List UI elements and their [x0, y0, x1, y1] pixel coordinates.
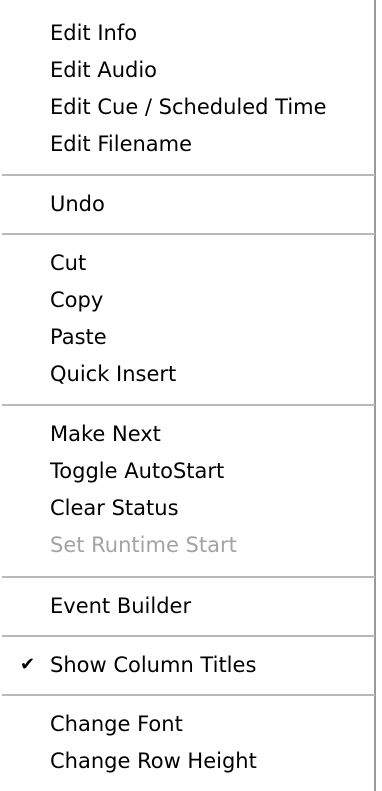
menu-item-label: Change Row Height [50, 749, 257, 773]
menu-item-label: Set Runtime Start [50, 533, 237, 557]
menu-item-label: Show Column Titles [50, 653, 257, 677]
menu-item-clear-status[interactable]: Clear Status [0, 491, 374, 525]
menu-item-label: Quick Insert [50, 362, 177, 386]
menu-item-edit-audio[interactable]: Edit Audio [0, 53, 374, 87]
menu-item-edit-cue-scheduled-time[interactable]: Edit Cue / Scheduled Time [0, 90, 374, 124]
menu-item-label: Undo [50, 192, 105, 216]
menu-item-event-builder[interactable]: Event Builder [0, 589, 374, 623]
menu-item-label: Cut [50, 251, 87, 275]
menu-item-label: Clear Status [50, 496, 179, 520]
menu-item-label: Event Builder [50, 594, 192, 618]
menu-item-label: Edit Info [50, 21, 138, 45]
menu-item-label: Edit Audio [50, 58, 158, 82]
menu-separator [2, 233, 375, 235]
menu-item-label: Make Next [50, 422, 161, 446]
menu-item-paste[interactable]: Paste [0, 320, 374, 354]
menu-item-make-next[interactable]: Make Next [0, 417, 374, 451]
menu-item-change-font[interactable]: Change Font [0, 707, 374, 741]
menu-item-toggle-autostart[interactable]: Toggle AutoStart [0, 454, 374, 488]
menu-item-set-runtime-start: Set Runtime Start [0, 528, 374, 562]
menu-separator [2, 694, 375, 696]
menu-separator [2, 404, 375, 406]
menu-item-undo[interactable]: Undo [0, 187, 374, 221]
menu-item-label: Toggle AutoStart [50, 459, 225, 483]
menu-item-edit-info[interactable]: Edit Info [0, 16, 374, 50]
menu-separator [2, 174, 375, 176]
menu-item-cut[interactable]: Cut [0, 246, 374, 280]
menu-item-copy[interactable]: Copy [0, 283, 374, 317]
menu-item-show-column-titles[interactable]: ✔ Show Column Titles [0, 648, 374, 682]
menu-item-label: Paste [50, 325, 107, 349]
menu-item-quick-insert[interactable]: Quick Insert [0, 357, 374, 391]
menu-item-change-row-height[interactable]: Change Row Height [0, 744, 374, 778]
menu-separator [2, 576, 375, 578]
menu-item-edit-filename[interactable]: Edit Filename [0, 127, 374, 161]
menu-item-label: Edit Filename [50, 132, 193, 156]
menu-item-label: Copy [50, 288, 104, 312]
checkmark-icon: ✔ [20, 654, 36, 675]
menu-item-label: Change Font [50, 712, 183, 736]
menu-item-label: Edit Cue / Scheduled Time [50, 95, 327, 119]
menu-separator [2, 635, 375, 637]
context-menu: Edit Info Edit Audio Edit Cue / Schedule… [0, 0, 376, 791]
